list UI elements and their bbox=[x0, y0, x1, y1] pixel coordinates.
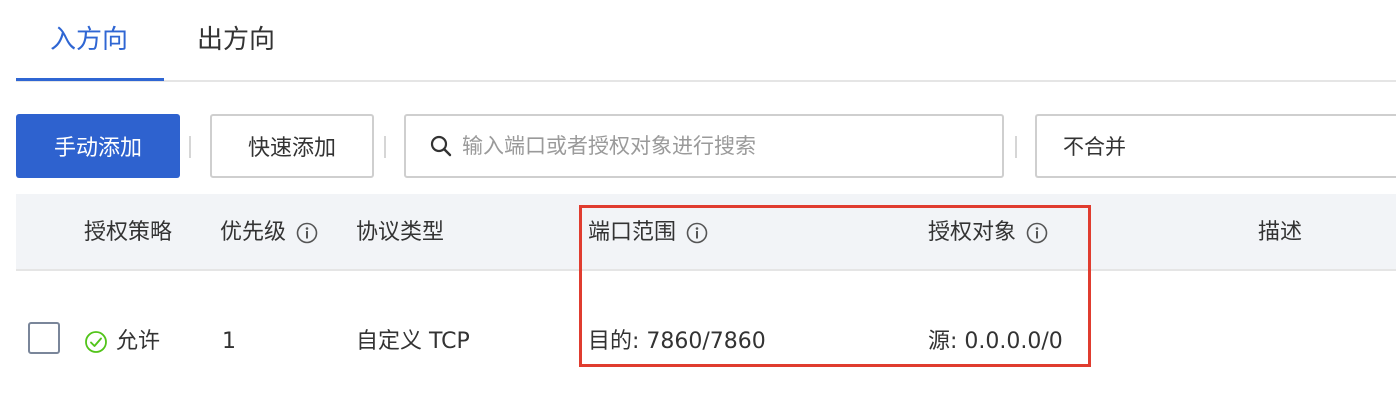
direction-tabs: 入方向 出方向 bbox=[16, 0, 1396, 82]
manual-add-button[interactable]: 手动添加 bbox=[16, 114, 180, 178]
row-policy: 允许 bbox=[84, 327, 160, 357]
search-icon bbox=[430, 135, 452, 157]
header-priority: 优先级 bbox=[220, 218, 318, 248]
row-auth-object: 源: 0.0.0.0/0 bbox=[928, 329, 1063, 354]
info-icon[interactable] bbox=[1026, 222, 1048, 244]
toolbar-divider bbox=[189, 136, 191, 158]
check-circle-icon bbox=[85, 331, 107, 353]
row-checkbox[interactable] bbox=[28, 322, 60, 354]
info-icon[interactable] bbox=[296, 222, 318, 244]
quick-add-button[interactable]: 快速添加 bbox=[210, 114, 374, 178]
header-policy: 授权策略 bbox=[84, 220, 173, 245]
header-protocol: 协议类型 bbox=[356, 220, 445, 245]
row-port-range: 目的: 7860/7860 bbox=[588, 329, 766, 354]
info-icon[interactable] bbox=[686, 222, 708, 244]
row-protocol: 自定义 TCP bbox=[356, 329, 470, 354]
search-input[interactable] bbox=[462, 134, 962, 158]
table-row: 允许 1 自定义 TCP 目的: 7860/7860 源: 0.0.0.0/0 bbox=[16, 272, 1396, 400]
active-tab-indicator bbox=[16, 78, 164, 81]
row-priority: 1 bbox=[222, 329, 236, 354]
tab-inbound[interactable]: 入方向 bbox=[50, 22, 128, 58]
toolbar-divider bbox=[1015, 136, 1017, 158]
table-header: 授权策略 优先级 协议类型 端口范围 授权对象 描述 bbox=[16, 194, 1396, 271]
header-auth-object: 授权对象 bbox=[928, 218, 1048, 248]
toolbar-divider bbox=[384, 136, 386, 158]
search-box[interactable] bbox=[404, 114, 1004, 178]
tab-outbound[interactable]: 出方向 bbox=[197, 22, 275, 58]
merge-select[interactable]: 不合并 bbox=[1035, 114, 1396, 178]
header-port-range: 端口范围 bbox=[588, 218, 708, 248]
security-group-rules-panel: 入方向 出方向 手动添加 快速添加 不合并 授权策略 优先级 协议类型 bbox=[0, 0, 1396, 400]
header-description: 描述 bbox=[1258, 220, 1303, 245]
